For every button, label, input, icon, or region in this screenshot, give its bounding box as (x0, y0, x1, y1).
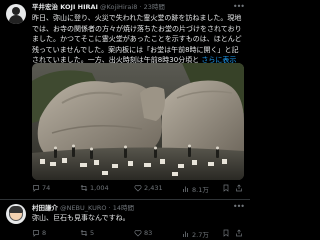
bookmark-icon (223, 229, 229, 237)
reply-avatar[interactable] (6, 204, 26, 224)
avatar-body (9, 15, 23, 24)
like-button[interactable]: 2,431 (134, 184, 163, 192)
reply-view-count: 2.7万 (192, 231, 209, 239)
reply-reply-count: 8 (42, 229, 47, 237)
dot-separator: · (139, 3, 142, 11)
avatar-head (12, 7, 20, 15)
bookmark-button[interactable] (222, 184, 230, 192)
heart-icon (134, 185, 142, 192)
repost-count: 1,004 (90, 184, 109, 192)
reply-reply-button[interactable]: 8 (32, 229, 46, 237)
reply-repost-count: 5 (90, 229, 95, 237)
handle[interactable]: @KojiHirai8 (100, 3, 137, 11)
heart-icon (134, 230, 142, 237)
repost-icon (80, 230, 88, 236)
reply-share-button[interactable] (235, 229, 243, 237)
reply-bookmark-button[interactable] (222, 229, 230, 237)
bar-chart-icon (183, 231, 188, 237)
photo-illustration (32, 63, 244, 180)
share-icon (236, 229, 242, 237)
avatar[interactable] (6, 4, 26, 24)
avatar-hair (9, 206, 23, 213)
like-count: 2,431 (144, 184, 163, 192)
reply-like-count: 83 (144, 229, 153, 237)
reply-icon (33, 230, 39, 237)
share-icon (236, 184, 242, 192)
repost-icon (80, 185, 88, 191)
post-text: 昨日、弥山に登り、火災で失われた霊火堂の跡を訪ねました。現地では、お寺の関係者の… (32, 13, 244, 66)
reply-header: 村田謙介 @NEBU_KURO · 14時間 (32, 204, 244, 212)
bar-chart-icon (183, 186, 188, 192)
reply-timestamp[interactable]: 14時間 (113, 204, 134, 212)
view-count: 8.1万 (192, 186, 209, 194)
bookmark-icon (223, 184, 229, 192)
reply-like-button[interactable]: 83 (134, 229, 152, 237)
post-image[interactable] (32, 63, 244, 180)
reply-views-button[interactable]: 2.7万 (182, 229, 209, 239)
reply-display-name[interactable]: 村田謙介 (32, 204, 58, 212)
divider (0, 199, 250, 200)
reply-repost-button[interactable]: 5 (80, 229, 94, 237)
display-name[interactable]: 平井宏治 KOJI HIRAI (32, 3, 98, 11)
reply-icon (33, 185, 39, 192)
post-actions: 74 1,004 2,431 8.1万 (32, 184, 244, 194)
more-options-icon[interactable]: ••• (233, 2, 245, 11)
timestamp[interactable]: 23時間 (144, 3, 165, 11)
post-header: 平井宏治 KOJI HIRAI @KojiHirai8 · 23時間 (32, 3, 244, 11)
reply-count: 74 (42, 184, 51, 192)
reply-handle[interactable]: @NEBU_KURO (60, 204, 106, 212)
reply-actions: 8 5 83 2.7万 (32, 229, 244, 239)
reply-text: 弥山、巨石も見事なんですね。 (32, 214, 130, 222)
reply-button[interactable]: 74 (32, 184, 50, 192)
views-button[interactable]: 8.1万 (182, 184, 209, 194)
dot-separator: · (108, 204, 111, 212)
repost-button[interactable]: 1,004 (80, 184, 109, 192)
share-button[interactable] (235, 184, 243, 192)
reply-more-options-icon[interactable]: ••• (233, 202, 245, 211)
